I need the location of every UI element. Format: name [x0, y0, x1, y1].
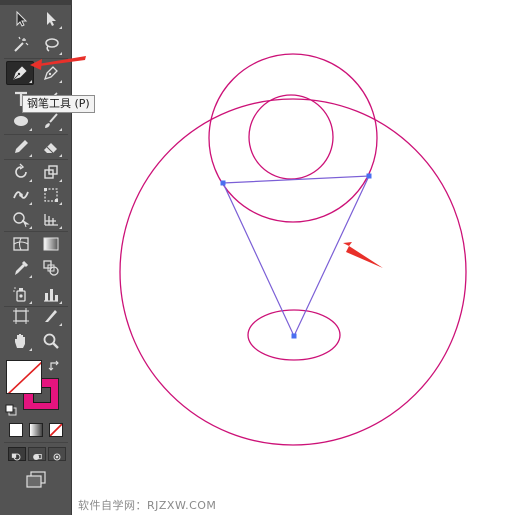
panel-grip[interactable] — [0, 0, 72, 5]
perspective-grid-tool[interactable] — [39, 208, 63, 230]
eyedropper-tool[interactable] — [9, 257, 33, 279]
shape-builder-icon — [13, 212, 30, 228]
width-tool[interactable] — [9, 184, 33, 206]
eraser-icon — [44, 143, 57, 154]
pencil-icon — [15, 140, 28, 153]
pencil-tool[interactable] — [9, 136, 33, 158]
eyedropper-icon — [15, 260, 29, 275]
hand-tool[interactable] — [9, 330, 33, 352]
column-graph-tool[interactable] — [39, 283, 63, 305]
blend-icon — [43, 260, 59, 276]
direct-selection-tool[interactable] — [39, 8, 63, 30]
artboard-icon — [13, 308, 29, 324]
zoom-tool[interactable] — [39, 330, 63, 352]
slice-icon — [45, 310, 57, 322]
column-graph-icon — [44, 289, 58, 302]
separator — [4, 134, 68, 135]
paintbrush-icon — [45, 113, 58, 128]
mesh-tool[interactable] — [9, 233, 33, 255]
anchor-point[interactable] — [291, 333, 297, 339]
symbol-sprayer-tool[interactable] — [9, 283, 33, 305]
mesh-icon — [13, 237, 29, 251]
hand-icon — [15, 334, 25, 348]
rotate-tool[interactable] — [9, 161, 33, 183]
artboard-tool[interactable] — [9, 305, 33, 327]
selection-tool[interactable] — [9, 8, 33, 30]
tools-panel — [0, 0, 72, 515]
watermark: 软件自学网：RJZXW.COM — [78, 499, 217, 512]
pen-path-triangle[interactable] — [222, 175, 370, 338]
anchor-point[interactable] — [366, 173, 372, 179]
annotation-arrow-pen — [30, 56, 86, 70]
artboard-canvas[interactable] — [73, 0, 515, 515]
symbol-sprayer-icon — [13, 287, 26, 302]
width-icon — [13, 191, 29, 199]
draw-inside-button[interactable] — [48, 447, 66, 461]
default-fill-stroke-icon[interactable] — [5, 401, 17, 416]
draw-normal-button[interactable] — [8, 447, 26, 461]
shape-builder-tool[interactable] — [9, 208, 33, 230]
rotate-icon — [15, 163, 27, 178]
pen-icon — [13, 66, 27, 80]
ellipse-tool[interactable] — [9, 110, 33, 132]
perspective-grid-icon — [44, 214, 58, 226]
anchor-point[interactable] — [220, 180, 226, 186]
inner-small-circle[interactable] — [248, 94, 334, 180]
gradient-mode-button[interactable] — [29, 423, 43, 437]
free-transform-tool[interactable] — [39, 184, 63, 206]
selection-arrow-icon — [16, 10, 28, 27]
large-outer-circle[interactable] — [119, 98, 467, 446]
screen-mode-icon[interactable] — [24, 470, 48, 490]
paintbrush-tool[interactable] — [39, 110, 63, 132]
none-mode-button[interactable] — [49, 423, 63, 437]
free-transform-icon — [44, 188, 58, 202]
slice-tool[interactable] — [39, 305, 63, 327]
direct-selection-icon — [47, 12, 56, 26]
zoom-icon — [43, 333, 59, 349]
ellipse-icon — [14, 116, 28, 126]
fill-color-swatch[interactable] — [6, 360, 42, 394]
eraser-tool[interactable] — [39, 136, 63, 158]
separator — [4, 442, 68, 443]
blend-tool[interactable] — [39, 257, 63, 279]
annotation-arrow-path — [343, 242, 383, 268]
gradient-tool[interactable] — [39, 233, 63, 255]
separator — [4, 231, 68, 232]
scale-tool[interactable] — [39, 161, 63, 183]
gradient-icon — [43, 237, 59, 251]
separator — [4, 159, 68, 160]
draw-behind-button[interactable] — [28, 447, 46, 461]
swap-fill-stroke-icon[interactable] — [48, 358, 62, 372]
scale-icon — [44, 165, 58, 179]
upper-circle[interactable] — [208, 53, 378, 223]
color-mode-button[interactable] — [9, 423, 23, 437]
